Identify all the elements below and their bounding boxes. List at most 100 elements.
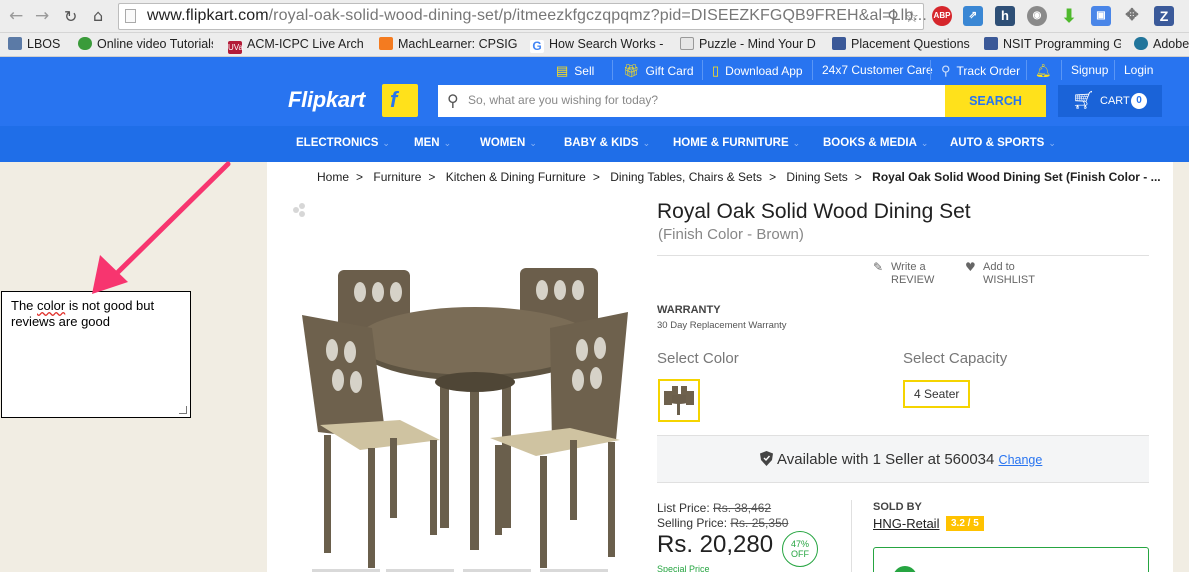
bookmark-lbos[interactable]: LBOS	[8, 37, 68, 51]
breadcrumb-furniture[interactable]: Furniture	[373, 170, 421, 184]
shield-icon	[760, 451, 773, 466]
google-icon: G	[530, 40, 544, 53]
gift-icon: 🎁︎	[623, 63, 640, 78]
page-icon	[680, 37, 694, 50]
seller-rating-badge: 3.2 / 5	[946, 516, 984, 531]
cart-icon: 🛒︎	[1072, 90, 1095, 111]
annotation-arrow	[92, 161, 231, 294]
divider	[702, 60, 703, 80]
phone-icon: ▯	[712, 63, 720, 78]
login-link[interactable]: Login	[1124, 63, 1153, 77]
add-to-wishlist-button[interactable]: ♥ Add to WISHLIST	[965, 261, 1035, 287]
extension-globe-icon[interactable]: ◉	[1027, 6, 1047, 26]
divider	[1026, 60, 1027, 80]
extension-z-icon[interactable]: Z	[1154, 6, 1174, 26]
swatch-thumbnail	[664, 386, 694, 415]
adblock-icon[interactable]: ABP	[932, 6, 952, 26]
address-bar[interactable]: www.flipkart.com/royal-oak-solid-wood-di…	[118, 3, 927, 30]
search-icon[interactable]: ⚲	[887, 7, 899, 26]
signup-link[interactable]: Signup	[1071, 63, 1108, 77]
gift-card-link[interactable]: 🎁︎ Gift Card	[623, 63, 694, 79]
product-title: Royal Oak Solid Wood Dining Set	[657, 200, 971, 223]
forward-icon[interactable]: →	[35, 6, 49, 26]
facebook-icon	[984, 37, 998, 50]
change-pincode-link[interactable]: Change	[999, 453, 1043, 467]
capacity-option-4-seater[interactable]: 4 Seater	[903, 380, 971, 408]
breadcrumb-kitchen-dining[interactable]: Kitchen & Dining Furniture	[446, 170, 586, 184]
location-pin-icon: ⚲	[941, 63, 951, 78]
bookmark-search-works[interactable]: G How Search Works -	[530, 37, 665, 53]
category-auto-sports[interactable]: AUTO & SPORTS ⌄	[950, 137, 1056, 149]
cart-button[interactable]: 🛒︎ CART 0	[1058, 85, 1162, 117]
seller-info-box	[873, 547, 1149, 572]
product-subtitle: (Finish Color - Brown)	[658, 226, 804, 243]
resize-handle[interactable]	[179, 406, 187, 414]
product-image[interactable]	[290, 200, 640, 572]
extension-puzzle-icon[interactable]: ✥	[1122, 6, 1142, 26]
bookmark-placement[interactable]: Placement Questions	[832, 37, 970, 51]
category-men[interactable]: MEN ⌄	[414, 137, 451, 149]
bookmark-puzzle[interactable]: Puzzle - Mind Your D	[680, 37, 817, 51]
bookmark-acm-icpc[interactable]: UVa ACM-ICPC Live Arch	[228, 37, 365, 54]
reload-icon[interactable]: ↻	[64, 7, 77, 26]
divider	[851, 500, 852, 572]
site-header: ▤ Sell 🎁︎ Gift Card ▯ Download App 24x7 Cus…	[0, 57, 1189, 126]
flipkart-logo[interactable]: Flipkart	[288, 87, 365, 113]
notifications-button[interactable]: 🔔︎	[1035, 63, 1058, 79]
chevron-down-icon: ⌄	[920, 138, 929, 148]
category-electronics[interactable]: ELECTRONICS ⌄	[296, 137, 390, 149]
download-icon[interactable]: ⬇	[1059, 6, 1079, 26]
feedback-text: The color is not good but reviews are go…	[11, 298, 155, 329]
bookmark-machlearner[interactable]: MachLearner: CPSIG	[379, 37, 519, 51]
chevron-down-icon: ⌄	[792, 138, 801, 148]
search-icon: ⚲	[447, 91, 459, 110]
flipkart-bag-icon[interactable]: f	[382, 84, 418, 117]
selling-price: Selling Price: Rs. 25,350	[657, 516, 789, 530]
divider	[657, 255, 1149, 256]
discount-badge: 47% OFF	[782, 531, 818, 567]
feedback-textarea[interactable]: The color is not good but reviews are go…	[1, 291, 191, 418]
chevron-down-icon: ⌄	[443, 138, 452, 148]
page-icon	[125, 9, 136, 23]
search-button[interactable]: SEARCH	[945, 85, 1046, 117]
pencil-icon: ✎	[873, 260, 884, 274]
category-baby-kids[interactable]: BABY & KIDS ⌄	[564, 137, 650, 149]
star-icon[interactable]: ☆	[905, 7, 919, 26]
url-text[interactable]: www.flipkart.com/royal-oak-solid-wood-di…	[147, 7, 927, 25]
breadcrumb-home[interactable]: Home	[317, 170, 349, 184]
customer-care-link[interactable]: 24x7 Customer Care	[822, 63, 933, 77]
special-price-value: Rs. 20,280	[657, 531, 774, 558]
sell-link[interactable]: ▤ Sell	[556, 63, 594, 79]
bookmarks-bar: LBOS Online video Tutorials UVa ACM-ICPC …	[0, 33, 1189, 57]
extension-window-icon[interactable]: ▣	[1091, 6, 1111, 26]
breadcrumb-dining-sets[interactable]: Dining Sets	[786, 170, 847, 184]
category-home-furniture[interactable]: HOME & FURNITURE ⌄	[673, 137, 800, 149]
search-placeholder: So, what are you wishing for today?	[468, 93, 659, 107]
blogger-icon	[379, 37, 393, 50]
bookmark-nsit[interactable]: NSIT Programming G	[984, 37, 1121, 51]
chevron-down-icon: ⌄	[382, 138, 390, 148]
list-price: List Price: Rs. 38,462	[657, 501, 772, 515]
extension-h-icon[interactable]: h	[995, 6, 1015, 26]
chevron-down-icon: ⌄	[529, 138, 537, 148]
write-review-button[interactable]: ✎ Write a REVIEW	[873, 261, 934, 287]
sold-by-heading: SOLD BY	[873, 501, 922, 513]
breadcrumb-dining-tables[interactable]: Dining Tables, Chairs & Sets	[610, 170, 762, 184]
download-app-link[interactable]: ▯ Download App	[712, 63, 803, 79]
search-input[interactable]: ⚲ So, what are you wishing for today?	[438, 85, 945, 117]
breadcrumb-current: Royal Oak Solid Wood Dining Set (Finish …	[872, 170, 1161, 184]
category-women[interactable]: WOMEN ⌄	[480, 137, 537, 149]
seller-link[interactable]: HNG-Retail	[873, 516, 939, 531]
bookmark-adobe[interactable]: Adobe	[1134, 37, 1189, 51]
select-capacity-label: Select Capacity	[903, 350, 1008, 367]
back-icon[interactable]: ←	[9, 6, 23, 26]
category-books-media[interactable]: BOOKS & MEDIA ⌄	[823, 137, 928, 149]
availability-bar: Available with 1 Seller at 560034 Change	[657, 435, 1149, 483]
bookmark-video-tutorials[interactable]: Online video Tutorials	[78, 37, 213, 51]
divider	[1061, 60, 1062, 80]
home-icon[interactable]: ⌂	[93, 6, 103, 25]
track-order-link[interactable]: ⚲ Track Order	[941, 63, 1020, 79]
extension-icon[interactable]: ⇗	[963, 6, 983, 26]
color-swatch-brown[interactable]	[658, 379, 700, 422]
heart-icon: ♥	[965, 260, 976, 274]
